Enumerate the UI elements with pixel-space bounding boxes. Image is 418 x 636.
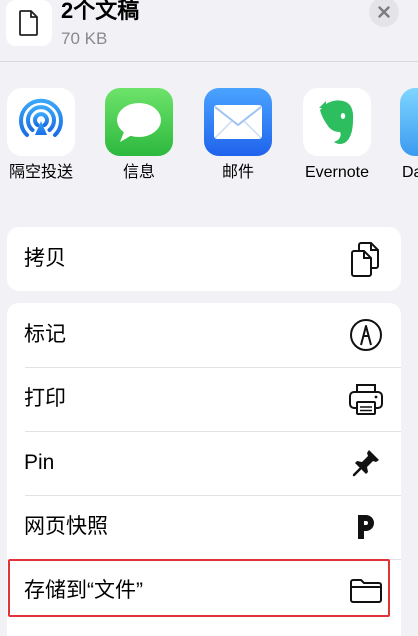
folder-icon bbox=[348, 573, 384, 609]
messages-icon bbox=[105, 88, 173, 156]
action-label: 存储到“文件” bbox=[24, 579, 143, 602]
close-icon bbox=[378, 6, 390, 18]
copy-icon bbox=[348, 241, 384, 277]
action-label: 网页快照 bbox=[24, 515, 108, 538]
action-pin[interactable]: Pin bbox=[7, 431, 401, 495]
action-label: 打印 bbox=[24, 387, 66, 410]
document-icon bbox=[6, 0, 52, 46]
app-evernote[interactable]: Evernote bbox=[297, 88, 377, 183]
app-label: 邮件 bbox=[221, 164, 254, 181]
app-label: Da bbox=[402, 164, 418, 181]
app-label: 信息 bbox=[122, 164, 155, 181]
share-sheet-header: 2个文稿 70 KB bbox=[0, 0, 418, 62]
app-icon bbox=[400, 88, 418, 156]
action-label: Pin bbox=[24, 451, 55, 474]
pin-icon bbox=[348, 445, 384, 481]
app-mail[interactable]: 邮件 bbox=[198, 88, 278, 183]
action-copy[interactable]: 拷贝 bbox=[7, 227, 401, 291]
airdrop-icon bbox=[7, 88, 75, 156]
close-button[interactable] bbox=[369, 0, 399, 27]
share-subtitle: 70 KB bbox=[61, 29, 108, 48]
app-label: 隔空投送 bbox=[8, 164, 73, 181]
action-label: 标记 bbox=[24, 323, 66, 346]
mail-icon bbox=[204, 88, 272, 156]
action-group-copy: 拷贝 bbox=[7, 227, 401, 291]
pdf-snapshot-icon bbox=[348, 509, 384, 545]
app-share-row: 隔空投送 信息 邮件 Evernote D bbox=[0, 62, 418, 202]
share-title: 2个文稿 bbox=[61, 0, 140, 23]
app-messages[interactable]: 信息 bbox=[99, 88, 179, 183]
action-markup[interactable]: 标记 bbox=[7, 303, 401, 367]
evernote-icon bbox=[303, 88, 371, 156]
app-airdrop[interactable]: 隔空投送 bbox=[1, 88, 81, 183]
markup-icon bbox=[348, 317, 384, 353]
printer-icon bbox=[348, 381, 384, 417]
app-partial[interactable]: Da bbox=[396, 88, 418, 183]
action-save-to-files[interactable]: 存储到“文件” bbox=[7, 559, 401, 623]
app-label: Evernote bbox=[304, 164, 370, 181]
action-web-snapshot[interactable]: 网页快照 bbox=[7, 495, 401, 559]
action-group-main: 标记 打印 Pin 网页快照 存储到“文件” bbox=[7, 303, 401, 636]
action-label: 拷贝 bbox=[24, 247, 66, 270]
action-print[interactable]: 打印 bbox=[7, 367, 401, 431]
